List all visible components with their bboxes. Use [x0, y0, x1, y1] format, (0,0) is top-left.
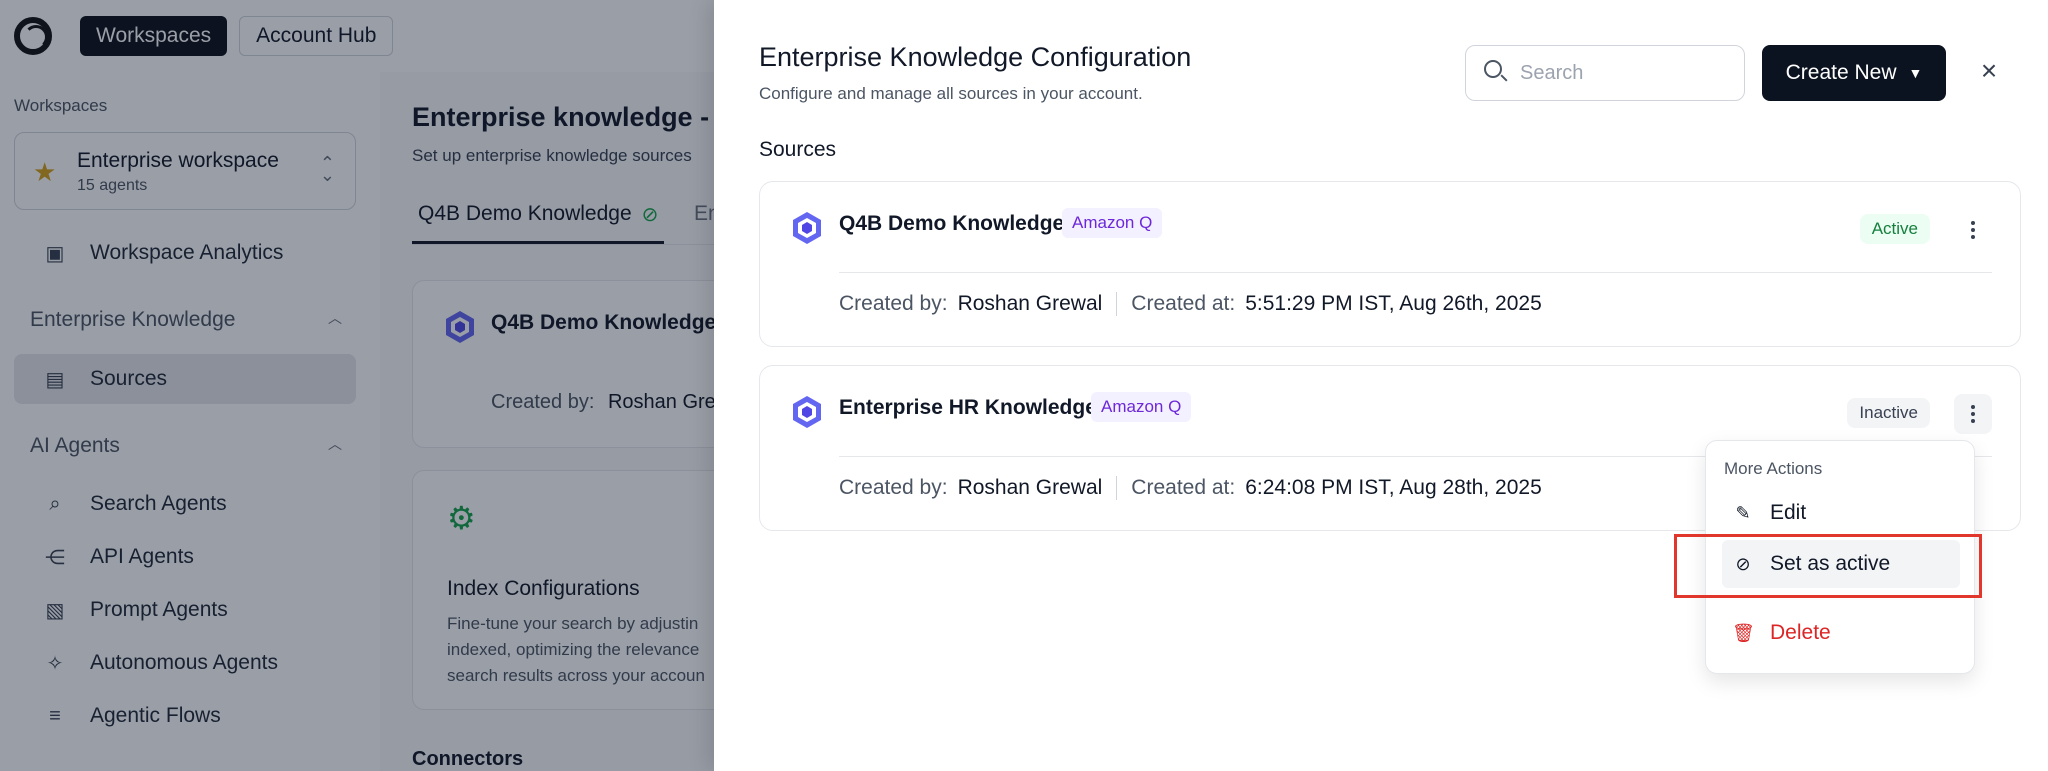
created-at-value: 6:24:08 PM IST, Aug 28th, 2025 [1245, 476, 1542, 499]
source-name: Q4B Demo Knowledge [839, 212, 1065, 235]
created-at-label: Created at: [1131, 292, 1236, 315]
more-actions-button[interactable] [1954, 210, 1992, 250]
highlight-box [1674, 534, 1982, 598]
meta-separator [1116, 292, 1118, 316]
provider-badge: Amazon Q [1062, 208, 1163, 238]
created-at-label: Created at: [1131, 476, 1236, 499]
chevron-down-icon: ▼ [1908, 65, 1923, 81]
source-meta: Created by: Roshan Grewal Created at: 6:… [839, 476, 1542, 500]
menu-item-edit[interactable]: ✎ Edit [1722, 489, 1960, 537]
create-new-button[interactable]: Create New ▼ [1762, 45, 1946, 101]
drawer-subtitle: Configure and manage all sources in your… [759, 84, 1143, 103]
created-by-value: Roshan Grewal [957, 476, 1103, 499]
created-by-value: Roshan Grewal [957, 292, 1103, 315]
created-at-value: 5:51:29 PM IST, Aug 26th, 2025 [1245, 292, 1542, 315]
more-actions-button[interactable] [1954, 394, 1992, 434]
menu-heading: More Actions [1724, 459, 1823, 478]
sources-heading: Sources [759, 138, 837, 161]
meta-separator [1116, 476, 1118, 500]
source-meta: Created by: Roshan Grewal Created at: 5:… [839, 292, 1542, 316]
menu-item-label: Delete [1770, 621, 1831, 644]
created-by-label: Created by: [839, 292, 948, 315]
close-icon[interactable]: × [1974, 56, 2004, 86]
create-new-label: Create New [1785, 61, 1897, 84]
card-divider [839, 272, 1992, 273]
provider-badge: Amazon Q [1091, 392, 1192, 422]
amazon-q-icon [793, 212, 821, 244]
search-input[interactable] [1520, 46, 1740, 100]
search-icon [1484, 60, 1502, 78]
status-badge: Inactive [1847, 398, 1930, 428]
drawer-title: Enterprise Knowledge Configuration [759, 42, 1192, 72]
search-field[interactable] [1465, 45, 1745, 101]
status-badge: Active [1859, 214, 1930, 244]
pencil-icon: ✎ [1735, 502, 1751, 523]
source-name: Enterprise HR Knowledge [839, 396, 1097, 419]
trash-icon: 🗑 [1732, 622, 1755, 643]
menu-item-delete[interactable]: 🗑 Delete [1722, 609, 1960, 657]
amazon-q-icon [793, 396, 821, 428]
menu-item-label: Edit [1770, 501, 1807, 524]
created-by-label: Created by: [839, 476, 948, 499]
source-card: Q4B Demo Knowledge Amazon Q Active Creat… [759, 181, 2021, 347]
